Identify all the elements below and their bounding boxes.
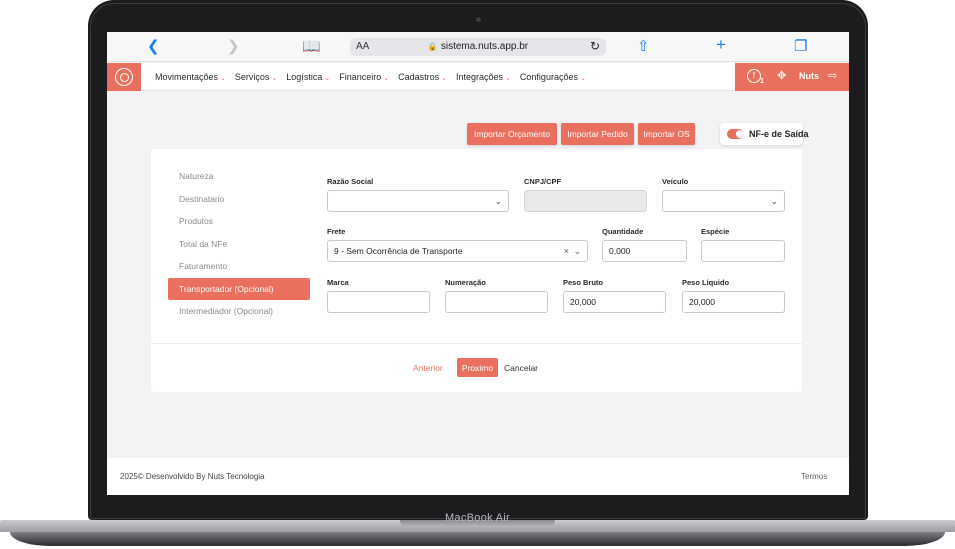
user-name[interactable]: Nuts bbox=[799, 71, 819, 81]
quantidade-label: Quantidade bbox=[602, 227, 644, 236]
menu-item-cadastros[interactable]: Cadastros ⌄ bbox=[398, 72, 447, 82]
peso-bruto-label: Peso Bruto bbox=[563, 278, 604, 287]
wizard-steps: Natureza Destinatario Produtos Total da … bbox=[168, 165, 310, 323]
browser-toolbar: ❮ ❯ 📖 AA 🔒 sistema.nuts.app.br ↻ ⇧ + ❐ bbox=[107, 32, 849, 62]
next-button[interactable]: Proximo bbox=[457, 358, 498, 377]
chevron-down-icon: ⌄ bbox=[271, 75, 278, 82]
menu-item-configuracoes[interactable]: Configurações ⌄ bbox=[520, 72, 586, 82]
app-nav: Movimentações ⌄ Serviços ⌄ Logística ⌄ Fina… bbox=[107, 63, 849, 91]
chevron-down-icon: ⌄ bbox=[441, 75, 448, 82]
new-tab-icon[interactable]: + bbox=[716, 36, 726, 54]
chevron-down-icon: ⌄ bbox=[324, 75, 331, 82]
tabs-icon[interactable]: ❐ bbox=[794, 38, 807, 56]
menu-item-movimentacoes[interactable]: Movimentações ⌄ bbox=[155, 72, 226, 82]
quantidade-input[interactable]: 0,000 bbox=[602, 240, 687, 262]
menu-label: Cadastros bbox=[398, 72, 440, 82]
url-display[interactable]: 🔒 sistema.nuts.app.br bbox=[350, 41, 606, 52]
frete-label: Frete bbox=[327, 227, 346, 236]
lock-icon: 🔒 bbox=[427, 42, 438, 51]
frete-select[interactable]: 9 - Sem Ocorrência de Transporte × ⌄ bbox=[327, 240, 588, 262]
menu-label: Movimentações bbox=[155, 72, 219, 82]
step-intermediador[interactable]: Intermediador (Opcional) bbox=[168, 300, 310, 323]
step-faturamento[interactable]: Faturamento bbox=[168, 255, 310, 278]
share-icon[interactable]: ⇧ bbox=[637, 38, 650, 56]
brand-logo[interactable] bbox=[107, 63, 141, 91]
copyright-text: 2025© Desenvolvido By Nuts Tecnologia bbox=[120, 472, 265, 481]
screen: ❮ ❯ 📖 AA 🔒 sistema.nuts.app.br ↻ ⇧ + ❐ Mo… bbox=[107, 32, 849, 495]
notification-icon[interactable]: ! bbox=[747, 69, 761, 83]
menu-label: Integrações bbox=[456, 72, 504, 82]
divider bbox=[151, 343, 802, 344]
page-footer: 2025© Desenvolvido By Nuts Tecnologia Te… bbox=[107, 458, 849, 495]
chevron-down-icon: ⌄ bbox=[505, 75, 511, 82]
marca-input[interactable] bbox=[327, 291, 430, 313]
terms-link[interactable]: Termos bbox=[801, 472, 827, 481]
menu-item-logistica[interactable]: Logística ⌄ bbox=[286, 72, 330, 82]
menu-label: Financeiro bbox=[339, 72, 382, 82]
import-order-button[interactable]: Importar Pedido bbox=[561, 123, 634, 145]
chevron-down-icon: ⌄ bbox=[494, 196, 502, 206]
razao-social-label: Razão Social bbox=[327, 177, 374, 186]
step-produtos[interactable]: Produtos bbox=[168, 210, 310, 233]
veiculo-label: Veículo bbox=[662, 177, 689, 186]
import-quote-button[interactable]: Importar Orçamento bbox=[467, 123, 557, 145]
arrows-move-icon[interactable]: ✥ bbox=[777, 69, 786, 82]
chevron-down-icon: ⌄ bbox=[383, 75, 390, 82]
bookmarks-icon[interactable]: 📖 bbox=[302, 38, 321, 56]
cnpj-cpf-field bbox=[524, 190, 647, 212]
user-area: ! 1 ✥ Nuts ⇨ bbox=[735, 63, 849, 91]
numeracao-label: Numeração bbox=[445, 278, 486, 287]
frete-value: 9 - Sem Ocorrência de Transporte bbox=[334, 246, 463, 256]
logout-icon[interactable]: ⇨ bbox=[828, 69, 837, 82]
marca-label: Marca bbox=[327, 278, 349, 287]
numeracao-input[interactable] bbox=[445, 291, 548, 313]
especie-label: Espécie bbox=[701, 227, 730, 236]
chevron-down-icon: ⌄ bbox=[220, 75, 226, 82]
step-transportador[interactable]: Transportador (Opcional) bbox=[168, 277, 310, 300]
chevron-down-icon: ⌄ bbox=[573, 246, 581, 256]
nfe-wizard-card: Natureza Destinatario Produtos Total da … bbox=[151, 149, 802, 392]
device-brand-label: MacBook Air bbox=[444, 512, 511, 524]
import-os-button[interactable]: Importar OS bbox=[638, 123, 695, 145]
menu-label: Logística bbox=[286, 72, 323, 82]
veiculo-select[interactable]: ⌄ bbox=[662, 190, 785, 212]
camera-icon bbox=[476, 17, 481, 22]
back-icon[interactable]: ❮ bbox=[147, 38, 160, 56]
address-bar[interactable]: AA 🔒 sistema.nuts.app.br ↻ bbox=[350, 38, 606, 56]
toggle-switch[interactable] bbox=[727, 129, 744, 139]
peso-liquido-label: Peso Líquido bbox=[682, 278, 730, 287]
step-natureza[interactable]: Natureza bbox=[168, 165, 310, 188]
base-bottom bbox=[10, 532, 945, 546]
cancel-button[interactable]: Cancelar bbox=[504, 363, 538, 373]
especie-input[interactable] bbox=[701, 240, 785, 262]
chevron-down-icon: ⌄ bbox=[770, 196, 778, 206]
menu-label: Serviços bbox=[234, 72, 270, 82]
reload-icon[interactable]: ↻ bbox=[590, 39, 600, 53]
peso-bruto-input[interactable]: 20,000 bbox=[563, 291, 666, 313]
peso-liquido-input[interactable]: 20,000 bbox=[682, 291, 785, 313]
menu-item-integracoes[interactable]: Integrações ⌄ bbox=[456, 72, 511, 82]
laptop-base bbox=[0, 520, 955, 549]
clear-icon[interactable]: × bbox=[564, 241, 569, 261]
forward-icon[interactable]: ❯ bbox=[227, 38, 240, 56]
url-text: sistema.nuts.app.br bbox=[440, 41, 529, 52]
nfe-saida-toggle[interactable]: NF-e de Saída bbox=[720, 123, 809, 145]
menu-item-servicos[interactable]: Serviços ⌄ bbox=[235, 72, 277, 82]
chevron-down-icon: ⌄ bbox=[579, 75, 586, 82]
step-destinatario[interactable]: Destinatario bbox=[168, 188, 310, 211]
previous-button[interactable]: Anterior bbox=[413, 363, 443, 373]
cnpj-cpf-label: CNPJ/CPF bbox=[524, 177, 562, 186]
logo-icon bbox=[115, 68, 133, 86]
toggle-label: NF-e de Saída bbox=[749, 129, 809, 139]
menu-label: Configurações bbox=[519, 72, 578, 82]
notification-count: 1 bbox=[760, 78, 764, 85]
main-menu: Movimentações ⌄ Serviços ⌄ Logística ⌄ Fina… bbox=[155, 63, 595, 91]
menu-item-financeiro[interactable]: Financeiro ⌄ bbox=[339, 72, 389, 82]
step-total-nfe[interactable]: Total da NFe bbox=[168, 233, 310, 256]
razao-social-select[interactable]: ⌄ bbox=[327, 190, 509, 212]
